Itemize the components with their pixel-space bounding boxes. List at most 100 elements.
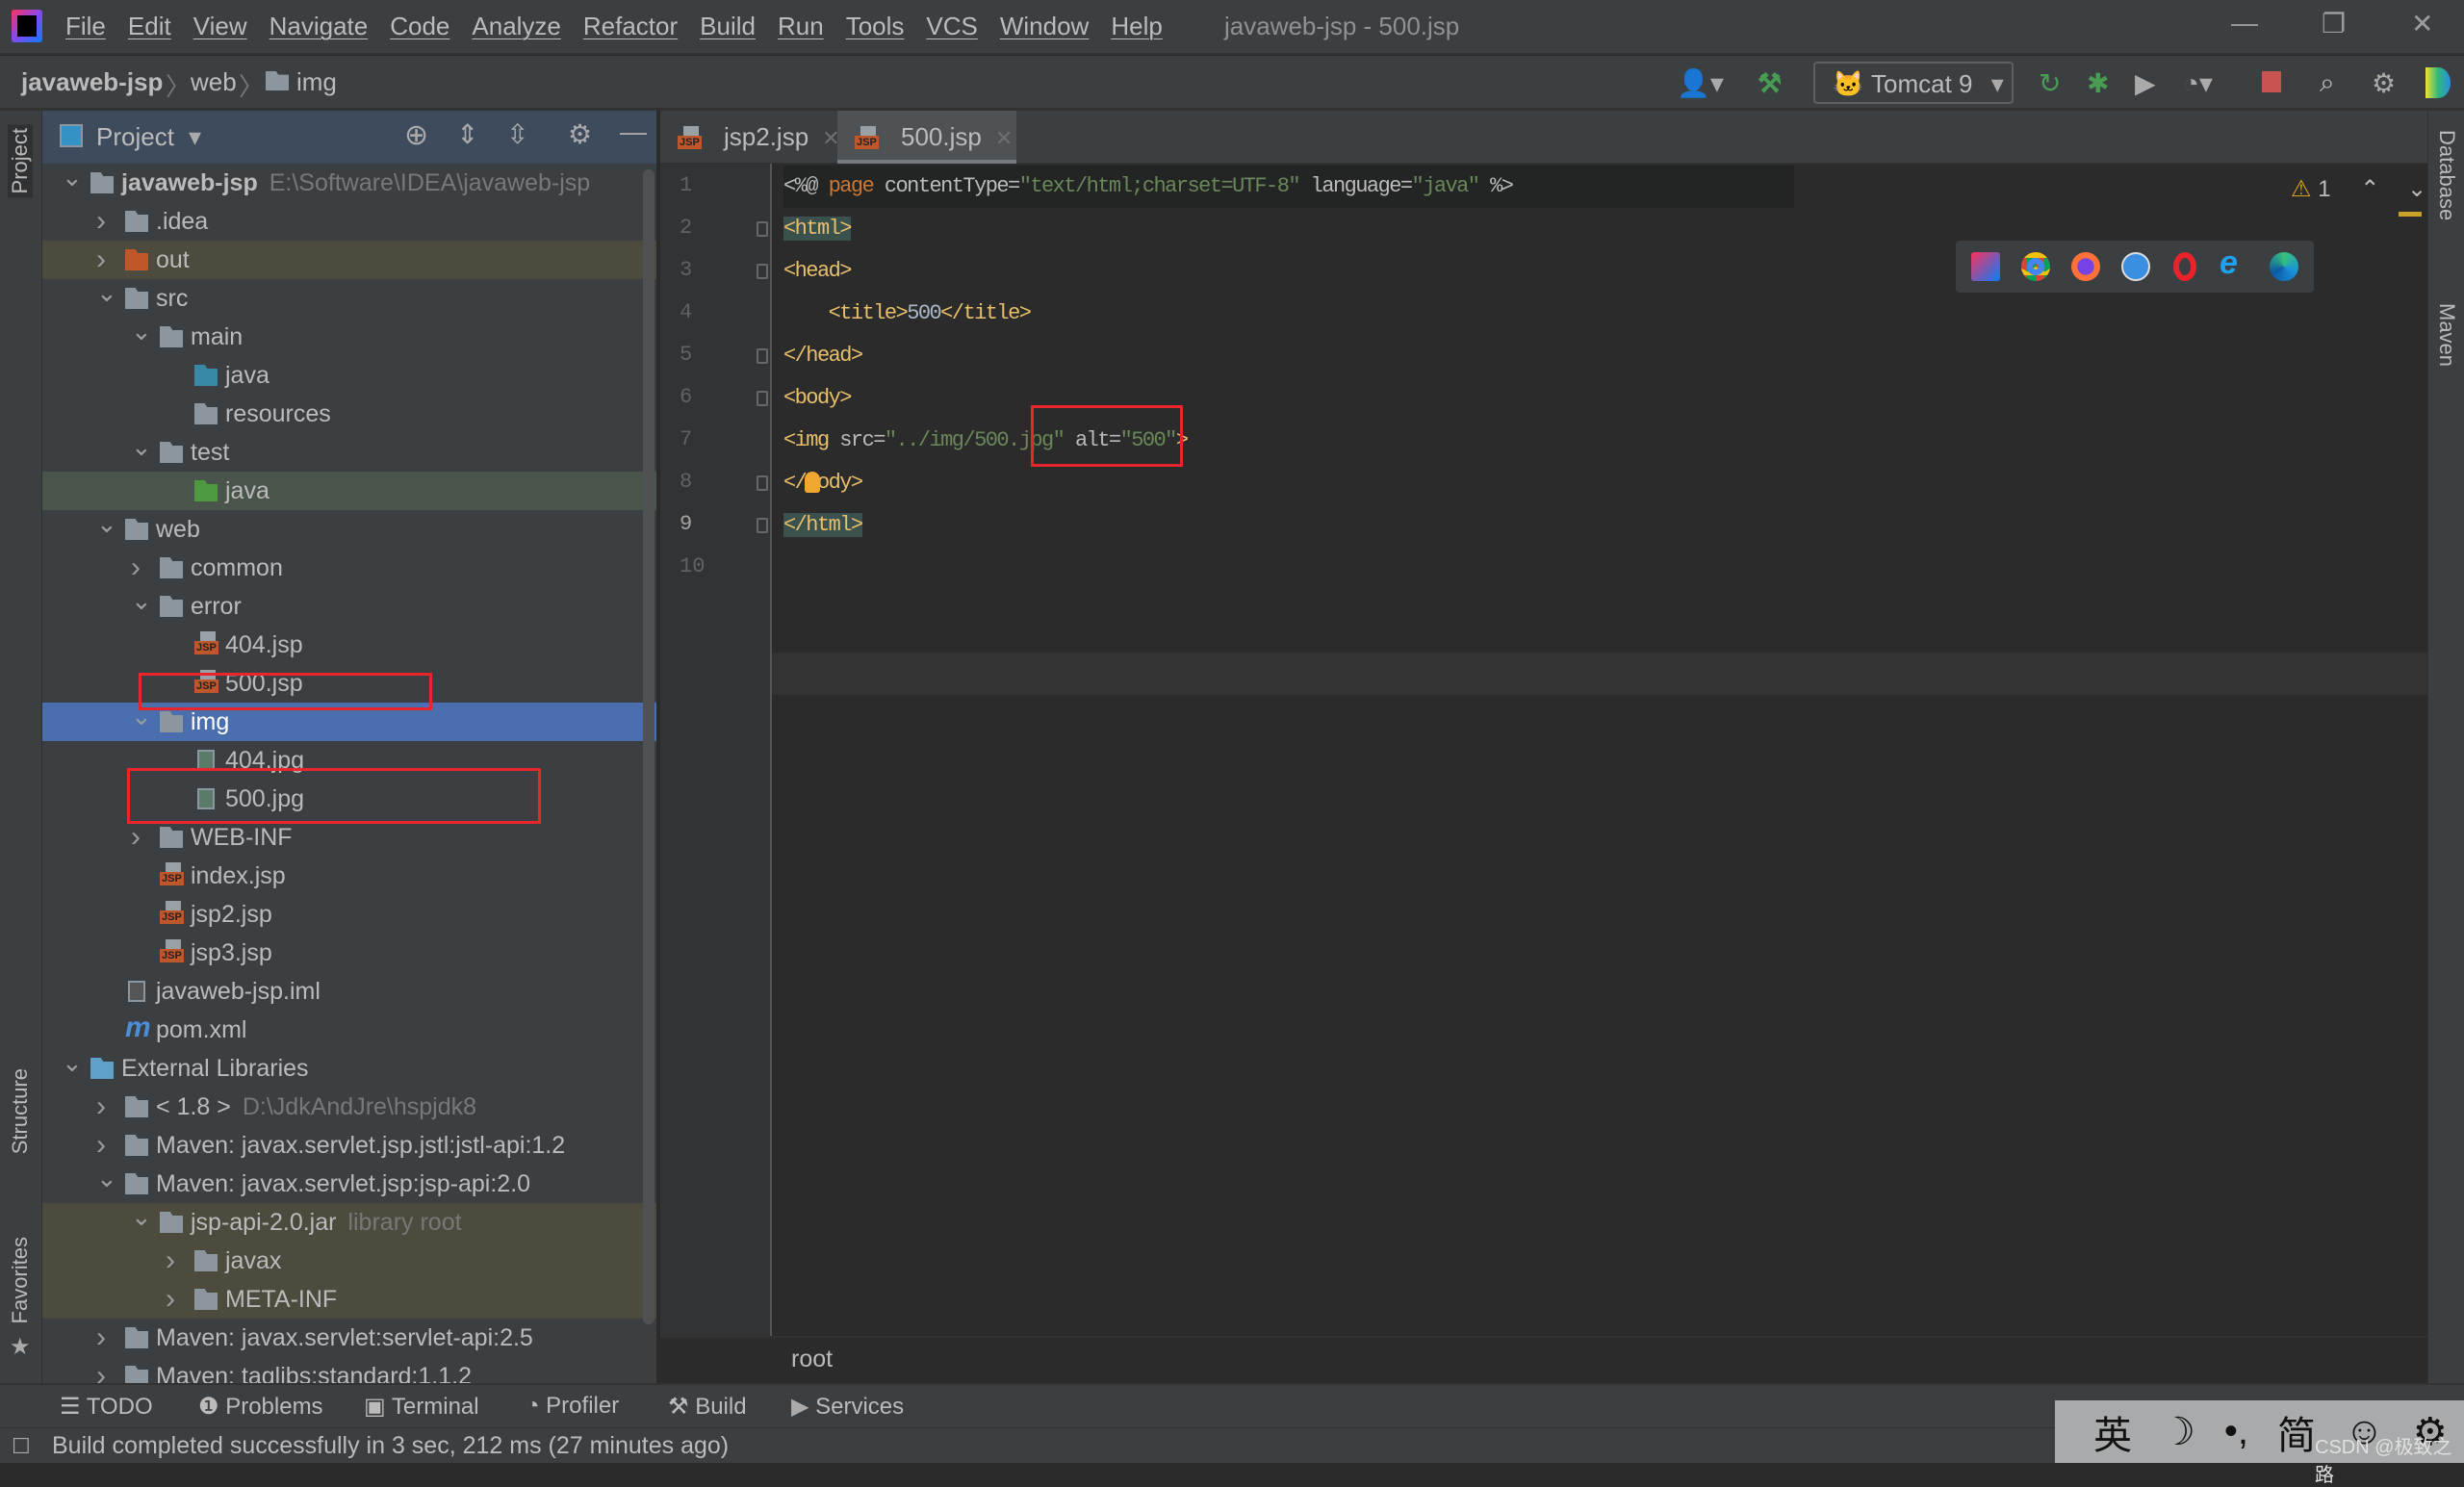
coverage-icon[interactable]: ▶ xyxy=(2135,67,2156,99)
hide-panel-icon[interactable]: — xyxy=(620,116,647,147)
chevron-down-icon[interactable]: ⌄ xyxy=(131,312,152,350)
tool-terminal[interactable]: ▣ Terminal xyxy=(364,1393,479,1421)
rerun-icon[interactable]: ↻ xyxy=(2039,67,2061,99)
build-hammer-icon[interactable]: ⚒ xyxy=(1758,67,1782,99)
breadcrumb-img[interactable]: img xyxy=(296,67,337,97)
tree-item[interactable]: jsp3.jsp xyxy=(42,934,656,972)
menu-help[interactable]: Help xyxy=(1111,12,1162,41)
user-icon[interactable]: 👤▾ xyxy=(1677,67,1724,99)
chevron-right-icon[interactable]: › xyxy=(166,1280,185,1319)
code-with-me-icon[interactable] xyxy=(2426,67,2451,98)
chevron-right-icon[interactable]: › xyxy=(96,202,116,241)
tool-problems[interactable]: ❶ Problems xyxy=(198,1393,323,1421)
tree-item[interactable]: ⌄ External Libraries xyxy=(42,1048,656,1088)
menu-vcs[interactable]: VCS xyxy=(926,12,977,41)
menu-file[interactable]: File xyxy=(65,12,106,41)
debug-icon[interactable]: ✱ xyxy=(2087,67,2109,99)
tree-item[interactable]: 404.jsp xyxy=(42,626,656,664)
search-icon[interactable]: ⌕ xyxy=(2320,67,2335,99)
tree-item[interactable]: › < 1.8 > D:\JdkAndJre\hspjdk8 xyxy=(42,1088,656,1126)
firefox-icon[interactable] xyxy=(2071,252,2100,281)
tree-item[interactable]: ⌄ test xyxy=(42,432,656,472)
code-line[interactable]: <title>500</title> xyxy=(783,293,1032,335)
tree-item[interactable]: index.jsp xyxy=(42,857,656,895)
chevron-down-icon[interactable]: ⌄ xyxy=(96,1159,117,1197)
collapse-all-icon[interactable]: ⇳ xyxy=(506,118,528,150)
opera-icon[interactable] xyxy=(2173,252,2196,281)
status-toggle-icon[interactable]: ☐ xyxy=(12,1434,31,1459)
code-line[interactable]: </html> xyxy=(783,504,863,547)
fold-icon[interactable] xyxy=(757,264,768,279)
tree-item[interactable]: › META-INF xyxy=(42,1280,656,1319)
breadcrumb-project[interactable]: javaweb-jsp xyxy=(21,67,163,97)
code-line[interactable]: <html> xyxy=(783,208,852,250)
internet-explorer-icon[interactable]: e xyxy=(2220,244,2248,281)
intellij-browser-icon[interactable] xyxy=(1971,252,2000,281)
close-tab-icon[interactable]: ✕ xyxy=(995,126,1013,150)
tree-item[interactable]: ⌄ main xyxy=(42,317,656,356)
tool-favorites-tab[interactable]: Favorites xyxy=(8,1237,33,1323)
prev-highlight-icon[interactable]: ⌃ xyxy=(2360,176,2379,202)
menu-code[interactable]: Code xyxy=(390,12,449,41)
tree-item[interactable]: m pom.xml xyxy=(42,1011,656,1049)
code-line[interactable]: <%@ page contentType="text/html;charset=… xyxy=(783,166,1514,208)
tab-jsp2-jsp[interactable]: jsp2.jsp✕ xyxy=(660,111,840,164)
code-line[interactable]: </body> xyxy=(783,462,863,504)
menu-window[interactable]: Window xyxy=(1000,12,1089,41)
tool-database-tab[interactable]: Database xyxy=(2434,130,2459,220)
edge-icon[interactable] xyxy=(2270,252,2298,281)
lightbulb-icon[interactable] xyxy=(805,472,820,493)
chevron-down-icon[interactable]: ⌄ xyxy=(62,164,83,196)
menu-tools[interactable]: Tools xyxy=(846,12,905,41)
chevron-right-icon[interactable]: › xyxy=(131,818,150,857)
code-line[interactable]: <body> xyxy=(783,377,852,420)
tree-item[interactable]: ⌄ jsp-api-2.0.jar library root xyxy=(42,1202,656,1242)
tool-profiler[interactable]: ◔ Profiler xyxy=(526,1393,619,1420)
next-highlight-icon[interactable]: ⌄ xyxy=(2407,176,2426,202)
ime-language-toggle[interactable]: 英 xyxy=(2093,1404,2132,1460)
tool-services[interactable]: ▶ Services xyxy=(791,1393,904,1421)
inspection-widget[interactable]: ⚠ 1 ⌃ ⌄ xyxy=(2291,175,2426,203)
restore-icon[interactable]: ❐ xyxy=(2322,8,2346,39)
tree-item[interactable]: › out xyxy=(42,241,656,279)
tree-item[interactable]: › Maven: javax.servlet.jsp.jstl:jstl-api:… xyxy=(42,1126,656,1165)
stop-icon[interactable] xyxy=(2262,71,2281,92)
tree-item[interactable]: › Maven: taglibs:standard:1.1.2 xyxy=(42,1357,656,1383)
tool-todo[interactable]: ☰ TODO xyxy=(60,1393,153,1421)
tab-500-jsp[interactable]: 500.jsp✕ xyxy=(837,111,1016,164)
breadcrumb-web[interactable]: web xyxy=(191,67,237,97)
tree-item[interactable]: ⌄ javaweb-jsp E:\Software\IDEA\javaweb-jsp xyxy=(42,164,656,202)
chevron-down-icon[interactable]: ⌄ xyxy=(62,1043,83,1082)
menu-view[interactable]: View xyxy=(193,12,247,41)
tree-item[interactable]: › WEB-INF xyxy=(42,818,656,857)
menu-build[interactable]: Build xyxy=(700,12,756,41)
code-editor[interactable]: <%@ page contentType="text/html;charset=… xyxy=(660,164,2427,1336)
run-config-select[interactable]: 🐱 Tomcat 9 ▾ xyxy=(1813,62,2014,104)
ime-simplified-toggle[interactable]: 简 xyxy=(2277,1404,2316,1460)
chevron-right-icon[interactable]: › xyxy=(166,1242,185,1280)
tree-item[interactable]: java xyxy=(42,472,656,510)
tree-item[interactable]: ⌄ error xyxy=(42,586,656,626)
moon-icon[interactable]: ☽ xyxy=(2161,1410,2195,1454)
fold-icon[interactable] xyxy=(757,391,768,406)
chevron-down-icon[interactable]: ⌄ xyxy=(131,427,152,466)
warning-stripe-marker[interactable] xyxy=(2399,212,2422,217)
tree-item[interactable]: ⌄ web xyxy=(42,509,656,549)
punctuation-icon[interactable]: •, xyxy=(2224,1410,2248,1453)
code-line[interactable]: <head> xyxy=(783,250,852,293)
profile-icon[interactable]: ◔▾ xyxy=(2183,67,2213,99)
chevron-down-icon[interactable]: ⌄ xyxy=(131,581,152,620)
tree-item[interactable]: jsp2.jsp xyxy=(42,895,656,934)
fold-icon[interactable] xyxy=(757,475,768,491)
menu-edit[interactable]: Edit xyxy=(128,12,171,41)
tool-structure-tab[interactable]: Structure xyxy=(8,1068,33,1154)
tree-scrollbar[interactable] xyxy=(643,169,654,1324)
expand-all-icon[interactable]: ⇕ xyxy=(456,118,478,150)
menu-run[interactable]: Run xyxy=(778,12,824,41)
fold-icon[interactable] xyxy=(757,221,768,237)
chevron-right-icon[interactable]: › xyxy=(96,1357,116,1383)
tool-maven-tab[interactable]: Maven xyxy=(2434,303,2459,367)
menu-navigate[interactable]: Navigate xyxy=(270,12,369,41)
safari-icon[interactable] xyxy=(2121,252,2150,281)
chevron-down-icon[interactable]: ⌄ xyxy=(96,273,117,312)
